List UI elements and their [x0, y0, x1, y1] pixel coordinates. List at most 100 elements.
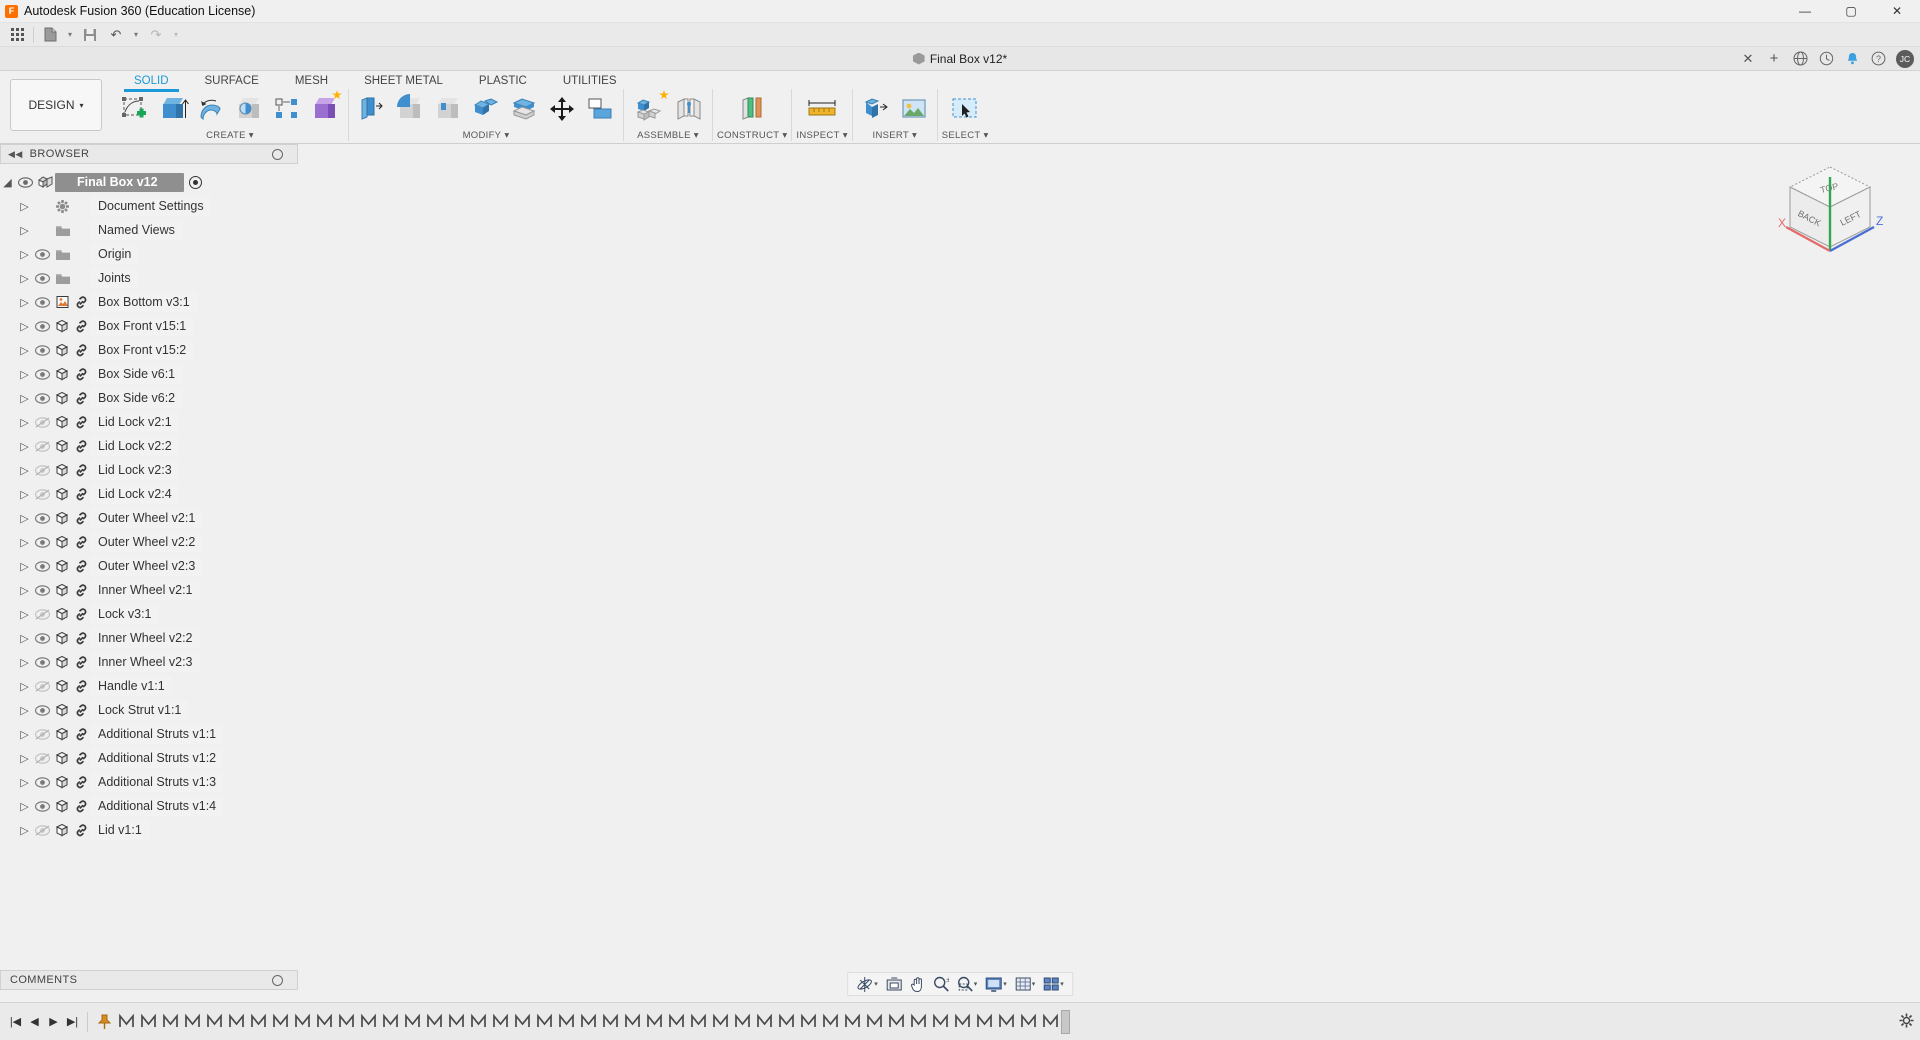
- timeline-feature-node[interactable]: [973, 1010, 995, 1034]
- panel-construct-label[interactable]: CONSTRUCT▾: [717, 130, 787, 141]
- timeline-feature-node[interactable]: [137, 1010, 159, 1034]
- tree-row[interactable]: ▷Joints: [0, 266, 304, 290]
- timeline-feature-node[interactable]: [159, 1010, 181, 1034]
- expand-twist-icon[interactable]: ▷: [17, 440, 32, 453]
- close-button[interactable]: ✕: [1874, 0, 1920, 23]
- visibility-eye-icon[interactable]: [32, 537, 53, 548]
- expand-twist-icon[interactable]: ▷: [17, 464, 32, 477]
- move-copy-tool[interactable]: [543, 89, 581, 129]
- tree-row[interactable]: ▷Box Front v15:2: [0, 338, 304, 362]
- timeline-feature-node[interactable]: [929, 1010, 951, 1034]
- tree-row[interactable]: ▷Lid Lock v2:2: [0, 434, 304, 458]
- expand-twist-icon[interactable]: ▷: [17, 800, 32, 813]
- zoom-window-icon[interactable]: ▾: [954, 973, 981, 995]
- view-cube[interactable]: TOP BACK LEFT X Z: [1770, 155, 1890, 265]
- timeline-feature-node[interactable]: [841, 1010, 863, 1034]
- expand-twist-icon[interactable]: ▷: [17, 248, 32, 261]
- timeline-go-end-button[interactable]: ▶|: [63, 1011, 82, 1033]
- visibility-eye-icon[interactable]: [32, 561, 53, 572]
- create-sketch-tool[interactable]: [116, 89, 154, 129]
- timeline-feature-node[interactable]: [907, 1010, 929, 1034]
- visibility-eye-icon[interactable]: [32, 345, 53, 356]
- tab-sheet-metal[interactable]: SHEET METAL: [346, 71, 461, 90]
- insert-derive-tool[interactable]: [857, 89, 895, 129]
- job-status-icon[interactable]: [1814, 49, 1838, 69]
- timeline-settings-gear-icon[interactable]: [1899, 1013, 1914, 1031]
- timeline-feature-node[interactable]: [753, 1010, 775, 1034]
- orbit-icon[interactable]: ▾: [853, 973, 881, 995]
- visibility-eye-icon[interactable]: [32, 681, 53, 692]
- visibility-eye-icon[interactable]: [32, 321, 53, 332]
- timeline-feature-node[interactable]: [1017, 1010, 1039, 1034]
- undo-dropdown[interactable]: ▾: [129, 24, 143, 46]
- press-pull-tool[interactable]: [353, 89, 391, 129]
- expand-twist-icon[interactable]: ▷: [17, 344, 32, 357]
- comments-options-icon[interactable]: [272, 975, 283, 986]
- timeline-feature-node[interactable]: [445, 1010, 467, 1034]
- document-tab-close-icon[interactable]: ✕: [1736, 49, 1760, 69]
- pattern-tool[interactable]: [268, 89, 306, 129]
- tree-row[interactable]: ▷Box Side v6:1: [0, 362, 304, 386]
- timeline-feature-node[interactable]: [709, 1010, 731, 1034]
- expand-twist-icon[interactable]: ▷: [17, 296, 32, 309]
- tree-row[interactable]: ▷Lid Lock v2:3: [0, 458, 304, 482]
- visibility-eye-icon[interactable]: [32, 369, 53, 380]
- align-tool[interactable]: [581, 89, 619, 129]
- tree-row[interactable]: ▷Additional Struts v1:3: [0, 770, 304, 794]
- tree-row[interactable]: ▷Outer Wheel v2:1: [0, 506, 304, 530]
- timeline-feature-node[interactable]: [819, 1010, 841, 1034]
- collapse-icon[interactable]: ◀◀: [8, 149, 23, 160]
- expand-twist-icon[interactable]: ▷: [17, 416, 32, 429]
- save-icon[interactable]: [77, 24, 103, 46]
- expand-twist-icon[interactable]: ▷: [17, 272, 32, 285]
- timeline-go-start-button[interactable]: |◀: [6, 1011, 25, 1033]
- tab-mesh[interactable]: MESH: [277, 71, 346, 90]
- tab-plastic[interactable]: PLASTIC: [461, 71, 545, 90]
- expand-twist-icon[interactable]: ▷: [17, 704, 32, 717]
- offset-plane-tool[interactable]: [731, 89, 773, 129]
- measure-tool[interactable]: [801, 89, 843, 129]
- document-tab[interactable]: Final Box v12*: [913, 52, 1007, 66]
- timeline-feature-node[interactable]: [775, 1010, 797, 1034]
- expand-twist-icon[interactable]: ▷: [17, 200, 32, 213]
- zoom-icon[interactable]: ±: [930, 973, 952, 995]
- panel-create-label[interactable]: CREATE▾: [206, 130, 254, 141]
- timeline-feature-node[interactable]: [489, 1010, 511, 1034]
- revolve-tool[interactable]: [192, 89, 230, 129]
- tree-row[interactable]: ▷Origin: [0, 242, 304, 266]
- expand-twist-icon[interactable]: ▷: [17, 320, 32, 333]
- display-settings-icon[interactable]: ▾: [982, 973, 1010, 995]
- shell-tool[interactable]: [429, 89, 467, 129]
- visibility-eye-icon[interactable]: [32, 585, 53, 596]
- visibility-eye-icon[interactable]: [32, 753, 53, 764]
- timeline-feature-node[interactable]: [511, 1010, 533, 1034]
- maximize-button[interactable]: ▢: [1828, 0, 1874, 23]
- timeline-feature-node[interactable]: [423, 1010, 445, 1034]
- expand-twist-icon[interactable]: ▷: [17, 488, 32, 501]
- visibility-eye-icon[interactable]: [32, 633, 53, 644]
- pan-hand-icon[interactable]: [907, 973, 928, 995]
- help-icon[interactable]: ?: [1866, 49, 1890, 69]
- timeline-feature-node[interactable]: [357, 1010, 379, 1034]
- expand-twist-icon[interactable]: ▷: [17, 560, 32, 573]
- timeline-feature-node[interactable]: [951, 1010, 973, 1034]
- visibility-eye-icon[interactable]: [32, 489, 53, 500]
- comments-panel[interactable]: COMMENTS: [0, 970, 298, 990]
- timeline-feature-node[interactable]: [203, 1010, 225, 1034]
- fillet-tool[interactable]: [391, 89, 429, 129]
- new-file-icon[interactable]: [37, 24, 63, 46]
- tree-row[interactable]: ▷Named Views: [0, 218, 304, 242]
- visibility-eye-icon[interactable]: [32, 513, 53, 524]
- notifications-bell-icon[interactable]: [1840, 49, 1864, 69]
- timeline-feature-node[interactable]: [115, 1010, 137, 1034]
- help-globe-icon[interactable]: [1788, 49, 1812, 69]
- expand-twist-icon[interactable]: ▷: [17, 224, 32, 237]
- expand-twist-icon[interactable]: ▷: [17, 368, 32, 381]
- extrude-tool[interactable]: [154, 89, 192, 129]
- visibility-eye-icon[interactable]: [32, 417, 53, 428]
- tree-row[interactable]: ▷Lid Lock v2:1: [0, 410, 304, 434]
- timeline-feature-node[interactable]: [313, 1010, 335, 1034]
- expand-twist-icon[interactable]: ▷: [17, 584, 32, 597]
- look-at-icon[interactable]: [883, 973, 905, 995]
- timeline-feature-node[interactable]: [555, 1010, 577, 1034]
